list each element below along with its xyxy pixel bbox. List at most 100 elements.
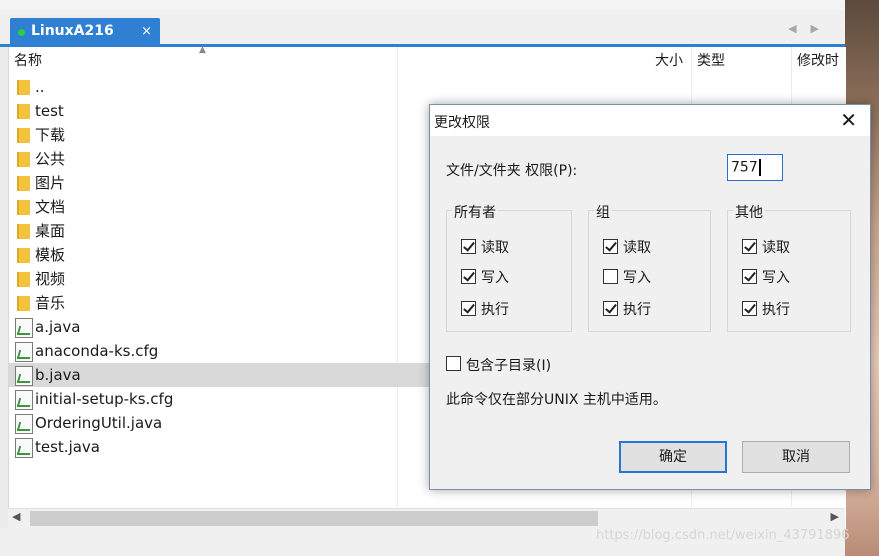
read-checkbox[interactable] xyxy=(461,239,476,254)
file-row[interactable]: 文档 xyxy=(9,195,429,219)
exec-label[interactable]: 执行 xyxy=(762,299,790,319)
ok-button[interactable]: 确定 xyxy=(619,441,727,473)
scrollbar-thumb[interactable] xyxy=(30,511,598,526)
exec-label[interactable]: 执行 xyxy=(623,299,651,319)
folder-icon xyxy=(17,176,30,191)
include-subdirs-checkbox[interactable] xyxy=(446,356,461,371)
file-name: OrderingUtil.java xyxy=(35,414,163,432)
permission-group: 所有者读取写入执行 xyxy=(446,202,572,332)
unix-note: 此命令仅在部分UNIX 主机中适用。 xyxy=(446,392,667,408)
text-file-icon xyxy=(15,414,33,434)
tab-close-icon[interactable]: × xyxy=(141,24,152,39)
column-header-name[interactable]: 名称 xyxy=(14,47,42,75)
folder-icon xyxy=(17,272,30,287)
group-title: 所有者 xyxy=(452,202,498,222)
text-file-icon xyxy=(15,366,33,386)
read-label[interactable]: 读取 xyxy=(623,237,651,257)
tab-label: LinuxA216 xyxy=(31,23,114,39)
write-checkbox[interactable] xyxy=(603,269,618,284)
file-row[interactable]: 桌面 xyxy=(9,219,429,243)
file-name: initial-setup-ks.cfg xyxy=(35,390,174,408)
permission-group: 其他读取写入执行 xyxy=(727,202,851,332)
connection-status-icon xyxy=(18,29,25,36)
group-title: 组 xyxy=(594,202,612,222)
file-name: a.java xyxy=(35,318,81,336)
group-title: 其他 xyxy=(733,202,765,222)
text-file-icon xyxy=(15,318,33,338)
change-permissions-dialog: 更改权限 ✕ 文件/文件夹 权限(P): 757 所有者 读取 写入 执行组读取 写入执… xyxy=(429,104,871,490)
tab-linuxa216[interactable]: LinuxA216 × xyxy=(10,18,160,46)
include-subdirs-label[interactable]: 包含子目录(I) xyxy=(466,355,551,375)
file-row[interactable]: a.java xyxy=(9,315,429,339)
file-row[interactable]: 公共 xyxy=(9,147,429,171)
folder-icon xyxy=(17,104,30,119)
file-name: test xyxy=(35,102,64,120)
file-row[interactable]: anaconda-ks.cfg xyxy=(9,339,429,363)
text-file-icon xyxy=(15,390,33,410)
exec-checkbox[interactable] xyxy=(461,301,476,316)
file-row[interactable]: OrderingUtil.java xyxy=(9,411,429,435)
read-checkbox[interactable] xyxy=(742,239,757,254)
dialog-title: 更改权限 xyxy=(434,115,490,131)
text-file-icon xyxy=(15,438,33,458)
cancel-button[interactable]: 取消 xyxy=(742,441,850,473)
file-name: 图片 xyxy=(35,174,66,192)
file-name: test.java xyxy=(35,438,101,456)
permission-group: 组读取写入执行 xyxy=(588,202,711,332)
permissions-label: 文件/文件夹 权限(P): xyxy=(446,163,578,179)
folder-icon xyxy=(17,224,30,239)
read-label[interactable]: 读取 xyxy=(762,237,790,257)
folder-icon xyxy=(17,296,30,311)
file-row[interactable]: test.java xyxy=(9,435,429,459)
file-name: 视频 xyxy=(35,270,66,288)
tab-scroll-arrows-icon[interactable]: ◀▶ xyxy=(788,22,833,35)
scroll-left-icon[interactable]: ◀ xyxy=(12,510,20,523)
folder-icon xyxy=(17,248,30,263)
close-icon[interactable]: ✕ xyxy=(840,108,857,132)
exec-checkbox[interactable] xyxy=(603,301,618,316)
file-name: 公共 xyxy=(35,150,66,168)
file-name: b.java xyxy=(35,366,81,384)
file-row[interactable]: 图片 xyxy=(9,171,429,195)
folder-icon xyxy=(17,128,30,143)
file-name: anaconda-ks.cfg xyxy=(35,342,159,360)
read-checkbox[interactable] xyxy=(603,239,618,254)
watermark: https://blog.csdn.net/weixin_43791896 xyxy=(596,528,850,543)
file-name: 模板 xyxy=(35,246,66,264)
scroll-right-icon[interactable]: ▶ xyxy=(831,510,839,523)
write-label[interactable]: 写入 xyxy=(762,267,790,287)
exec-checkbox[interactable] xyxy=(742,301,757,316)
file-name: 文档 xyxy=(35,198,66,216)
write-label[interactable]: 写入 xyxy=(623,267,651,287)
text-caret xyxy=(758,159,761,176)
file-name: 音乐 xyxy=(35,294,66,312)
dialog-titlebar: 更改权限 ✕ xyxy=(430,105,870,136)
exec-label[interactable]: 执行 xyxy=(481,299,509,319)
file-row[interactable]: 音乐 xyxy=(9,291,429,315)
write-checkbox[interactable] xyxy=(742,269,757,284)
column-header-size[interactable]: 大小 xyxy=(655,47,683,75)
column-header-modified[interactable]: 修改时 xyxy=(797,47,839,75)
text-file-icon xyxy=(15,342,33,362)
file-row[interactable]: 视频 xyxy=(9,267,429,291)
file-row[interactable]: initial-setup-ks.cfg xyxy=(9,387,429,411)
horizontal-scrollbar[interactable]: ◀ ▶ xyxy=(8,508,845,528)
file-name: 桌面 xyxy=(35,222,66,240)
permissions-input[interactable]: 757 xyxy=(727,154,783,181)
sort-ascending-icon: ▲ xyxy=(199,45,206,55)
file-name: 下载 xyxy=(35,126,66,144)
file-row[interactable]: 下载 xyxy=(9,123,429,147)
folder-icon xyxy=(17,200,30,215)
column-header-type[interactable]: 类型 xyxy=(697,47,725,75)
file-row[interactable]: test xyxy=(9,99,429,123)
file-name: .. xyxy=(35,78,45,96)
read-label[interactable]: 读取 xyxy=(481,237,509,257)
folder-icon xyxy=(17,152,30,167)
folder-icon xyxy=(17,80,30,95)
file-row[interactable]: 模板 xyxy=(9,243,429,267)
tab-bar: LinuxA216 × ◀▶ xyxy=(0,10,845,46)
write-label[interactable]: 写入 xyxy=(481,267,509,287)
write-checkbox[interactable] xyxy=(461,269,476,284)
permissions-value: 757 xyxy=(731,159,758,176)
file-row[interactable]: .. xyxy=(9,75,429,99)
